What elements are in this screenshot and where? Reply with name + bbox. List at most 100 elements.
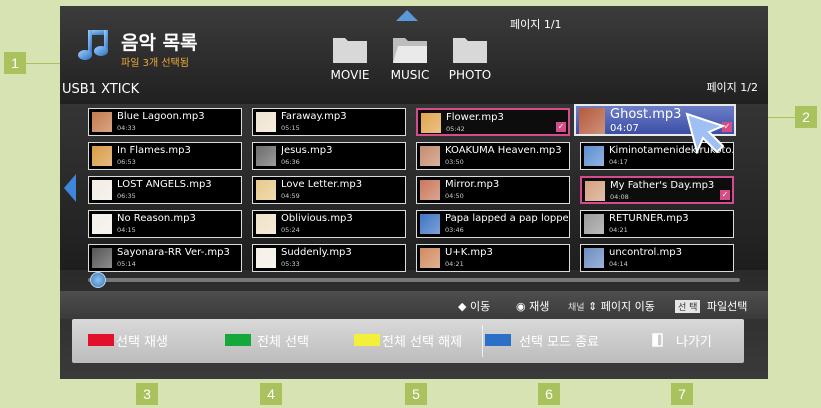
file-duration: 06:53 (117, 158, 136, 166)
file-tile[interactable]: Flower.mp3 05:42 ✓ (416, 108, 570, 136)
callout-2: 2 (795, 106, 817, 128)
file-tile[interactable]: uncontrol.mp3 04:14 (580, 244, 734, 272)
help-page: 채널 ⇕ 페이지 이동 (568, 298, 655, 314)
file-duration: 04:14 (609, 260, 628, 268)
tab-movie[interactable]: MOVIE (320, 68, 380, 82)
file-tile[interactable]: Jesus.mp3 06:36 (252, 142, 406, 170)
file-duration: 06:35 (117, 192, 136, 200)
album-thumbnail (420, 214, 440, 234)
help-page-label: 페이지 이동 (600, 300, 655, 313)
deselect-all-button[interactable]: 전체 선택 해제 (354, 329, 462, 351)
album-thumbnail (579, 108, 605, 134)
select-key-icon: 선 택 (675, 300, 701, 313)
file-name: Jesus.mp3 (281, 145, 333, 156)
file-name: KOAKUMA Heaven.mp3 (445, 145, 562, 156)
album-thumbnail (420, 146, 440, 166)
file-tile[interactable]: KOAKUMA Heaven.mp3 03:50 (416, 142, 570, 170)
play-selected-button[interactable]: 선택 재생 (88, 329, 168, 351)
channel-icon: ⇕ (588, 300, 598, 313)
file-name: LOST ANGELS.mp3 (117, 179, 212, 190)
file-tile[interactable]: Blue Lagoon.mp3 04:33 (88, 108, 242, 136)
file-tile[interactable]: RETURNER.mp3 04:21 (580, 210, 734, 238)
file-duration: 04:15 (117, 226, 136, 234)
selected-count: 파일 3개 선택됨 (121, 58, 189, 69)
checkmark-icon: ✓ (556, 122, 566, 132)
page-title: 음악 목록 (121, 32, 198, 54)
file-tile[interactable]: Oblivious.mp3 05:24 (252, 210, 406, 238)
file-duration: 04:21 (609, 226, 628, 234)
file-tile[interactable]: Faraway.mp3 05:15 (252, 108, 406, 136)
file-name: My Father's Day.mp3 (610, 180, 715, 191)
play-selected-label: 선택 재생 (116, 334, 168, 350)
help-bar: ◆ 이동 ◉ 재생 채널 ⇕ 페이지 이동 선 택 파일선택 (60, 291, 768, 319)
album-thumbnail (420, 248, 440, 268)
file-duration: 04:08 (610, 193, 629, 201)
exit-select-mode-button[interactable]: 선택 모드 종료 (485, 329, 599, 351)
album-thumbnail (584, 146, 604, 166)
file-tile[interactable]: Love Letter.mp3 04:59 (252, 176, 406, 204)
file-name: Sayonara-RR Ver-.mp3 (117, 247, 230, 258)
file-name: Papa lapped a pap lopped (445, 213, 569, 224)
file-tile[interactable]: Papa lapped a pap lopped 03:46 (416, 210, 570, 238)
help-move: ◆ 이동 (458, 298, 490, 314)
file-duration: 04:17 (609, 158, 628, 166)
red-key-icon (88, 334, 114, 346)
photo-folder-icon[interactable] (452, 32, 488, 64)
file-tile[interactable]: Sayonara-RR Ver-.mp3 05:14 (88, 244, 242, 272)
page-indicator: 페이지 1/2 (706, 81, 758, 94)
file-duration: 03:46 (445, 226, 464, 234)
file-name: No Reason.mp3 (117, 213, 196, 224)
tv-screen: 음악 목록 파일 3개 선택됨 USB1 XTICK 페이지 1/1 페이지 1… (60, 6, 768, 379)
file-duration: 05:24 (281, 226, 300, 234)
file-tile[interactable]: U+K.mp3 04:21 (416, 244, 570, 272)
music-folder-icon[interactable] (392, 32, 428, 64)
file-duration: 04:33 (117, 124, 136, 132)
tab-photo[interactable]: PHOTO (440, 68, 500, 82)
file-name: U+K.mp3 (445, 247, 493, 258)
scrollbar[interactable] (88, 278, 740, 282)
file-name: Love Letter.mp3 (281, 179, 363, 190)
album-thumbnail (92, 112, 112, 132)
callout-7: 7 (671, 383, 693, 405)
exit-button[interactable]: 나가기 (652, 329, 712, 351)
album-thumbnail (256, 146, 276, 166)
callout-4: 4 (260, 383, 282, 405)
album-thumbnail (92, 146, 112, 166)
movie-folder-icon[interactable] (332, 32, 368, 64)
ok-icon: ◉ (516, 300, 526, 313)
album-thumbnail (256, 214, 276, 234)
album-thumbnail (421, 113, 441, 133)
select-all-label: 전체 선택 (257, 334, 309, 350)
up-arrow-icon[interactable] (396, 10, 418, 21)
help-select-label: 파일선택 (706, 300, 748, 313)
green-key-icon (225, 334, 251, 346)
file-tile[interactable]: No Reason.mp3 04:15 (88, 210, 242, 238)
file-tile[interactable]: My Father's Day.mp3 04:08 ✓ (580, 176, 734, 204)
file-duration: 06:36 (281, 158, 300, 166)
file-name: RETURNER.mp3 (609, 213, 689, 224)
help-play: ◉ 재생 (516, 298, 549, 314)
album-thumbnail (256, 180, 276, 200)
file-tile[interactable]: Mirror.mp3 04:50 (416, 176, 570, 204)
button-bar: 선택 재생 전체 선택 전체 선택 해제 선택 모드 종료 나가기 (72, 319, 744, 363)
file-tile[interactable]: Suddenly.mp3 05:33 (252, 244, 406, 272)
help-select: 선 택 파일선택 (675, 298, 747, 314)
scrollbar-thumb[interactable] (90, 272, 106, 288)
file-tile[interactable]: LOST ANGELS.mp3 06:35 (88, 176, 242, 204)
file-name: uncontrol.mp3 (609, 247, 682, 258)
file-duration: 04:50 (445, 192, 464, 200)
file-tile[interactable]: In Flames.mp3 06:53 (88, 142, 242, 170)
album-thumbnail (585, 181, 605, 201)
deselect-all-label: 전체 선택 해제 (382, 334, 463, 350)
file-grid: Blue Lagoon.mp3 04:33 Faraway.mp3 05:15 Flow… (60, 104, 768, 272)
album-thumbnail (256, 112, 276, 132)
header: 음악 목록 파일 3개 선택됨 USB1 XTICK 페이지 1/1 페이지 1… (60, 6, 768, 104)
file-name: Blue Lagoon.mp3 (117, 111, 205, 122)
file-duration: 03:50 (445, 158, 464, 166)
music-note-icon (78, 30, 108, 60)
cursor-pointer-icon (685, 112, 726, 154)
tab-music[interactable]: MUSIC (380, 68, 440, 82)
prev-page-arrow-icon[interactable] (64, 174, 76, 202)
select-all-button[interactable]: 전체 선택 (225, 329, 309, 351)
file-name: Flower.mp3 (446, 112, 504, 123)
